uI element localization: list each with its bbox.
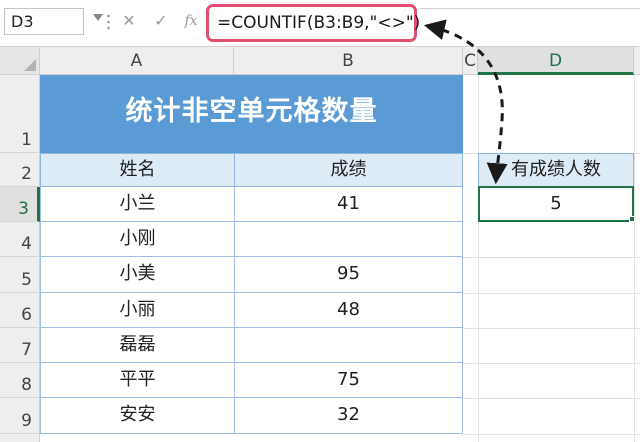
row-header-7[interactable]: 7 [0, 328, 40, 363]
cell-name[interactable]: 小兰 [40, 187, 235, 222]
row-header-2[interactable]: 2 [0, 153, 40, 187]
formula-bar-separator [107, 13, 110, 31]
gridline [463, 434, 640, 435]
cell-name[interactable]: 小丽 [40, 293, 235, 328]
cell-score[interactable] [234, 328, 463, 363]
formula-input[interactable]: =COUNTIF(B3:B9,"<>") [206, 4, 420, 42]
cell-name[interactable]: 磊磊 [40, 328, 235, 363]
table-title[interactable]: 统计非空单元格数量 [40, 75, 463, 153]
name-box-dropdown-icon[interactable] [93, 14, 103, 21]
gridline [478, 75, 479, 442]
row-header-4[interactable]: 4 [0, 222, 40, 257]
row-header-5[interactable]: 5 [0, 257, 40, 293]
gridline [463, 363, 640, 364]
column-header-a[interactable]: A [40, 47, 234, 75]
row-header-3[interactable]: 3 [0, 187, 40, 222]
cell-name[interactable]: 小刚 [40, 222, 235, 257]
row-header-9[interactable]: 9 [0, 398, 40, 434]
result-value-cell[interactable]: 5 [478, 186, 634, 222]
column-header-d[interactable]: D [478, 47, 634, 75]
enter-icon[interactable]: ✓ [150, 10, 172, 32]
cell-name[interactable]: 安安 [40, 398, 235, 434]
header-score[interactable]: 成绩 [234, 153, 463, 187]
select-all-triangle-icon [24, 59, 36, 71]
gridline [463, 328, 640, 329]
fill-handle[interactable] [629, 216, 635, 222]
gridline [463, 293, 640, 294]
column-header-c[interactable]: C [463, 47, 478, 75]
column-header-b[interactable]: B [234, 47, 463, 75]
result-header[interactable]: 有成绩人数 [478, 153, 634, 187]
header-name[interactable]: 姓名 [40, 153, 235, 187]
cell-score[interactable]: 75 [234, 363, 463, 398]
name-box[interactable]: D3 [4, 8, 84, 35]
cancel-icon[interactable]: ✕ [118, 10, 140, 32]
gridline [634, 75, 635, 442]
cell-score[interactable]: 95 [234, 257, 463, 293]
cell-name[interactable]: 小美 [40, 257, 235, 293]
cell-name[interactable]: 平平 [40, 363, 235, 398]
cell-score[interactable] [234, 222, 463, 257]
cell-score[interactable]: 41 [234, 187, 463, 222]
row-header-8[interactable]: 8 [0, 363, 40, 398]
gridline [463, 398, 640, 399]
row-header-1[interactable]: 1 [0, 75, 40, 153]
cell-score[interactable]: 48 [234, 293, 463, 328]
cell-score[interactable]: 32 [234, 398, 463, 434]
insert-function-icon[interactable]: fx [180, 10, 202, 32]
formula-bar-extension[interactable] [420, 8, 640, 36]
row-header-6[interactable]: 6 [0, 293, 40, 328]
gridline [463, 257, 640, 258]
